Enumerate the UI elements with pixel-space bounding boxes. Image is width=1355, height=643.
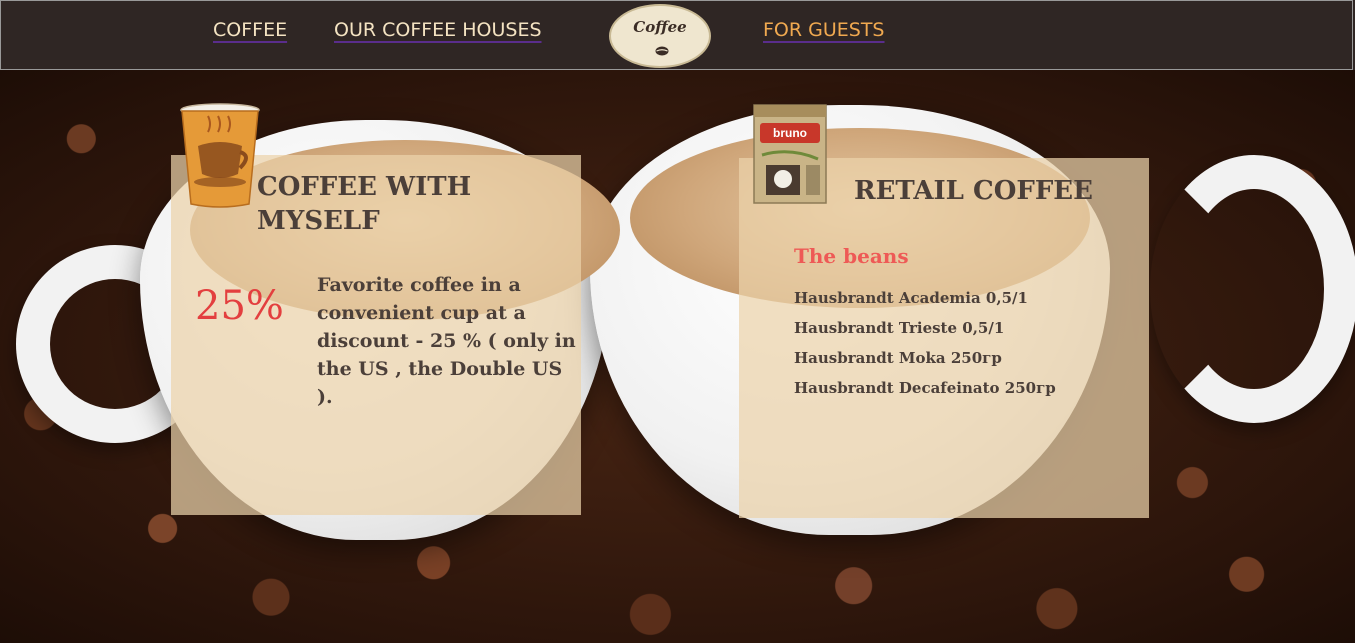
- retail-title: RETAIL COFFEE: [854, 176, 1093, 206]
- promo-description: Favorite coffee in a convenient cup at a…: [317, 274, 576, 408]
- coffee-package-icon: bruno: [753, 104, 827, 204]
- list-item: Hausbrandt Decafeinato 250гр: [794, 379, 1056, 397]
- cup-handle-right: [1150, 155, 1355, 423]
- discount-value: 25%: [195, 283, 284, 329]
- coffee-bean-icon: [655, 46, 669, 56]
- nav-link-for-guests[interactable]: FOR GUESTS: [763, 19, 885, 41]
- retail-panel: RETAIL COFFEE The beans Hausbrandt Acade…: [739, 158, 1149, 518]
- nav-link-coffee[interactable]: COFFEE: [213, 19, 287, 41]
- list-item: Hausbrandt Trieste 0,5/1: [794, 319, 1005, 337]
- product-list: Hausbrandt Academia 0,5/1 Hausbrandt Tri…: [794, 283, 1056, 403]
- navbar: COFFEE OUR COFFEE HOUSES Coffee FOR GUES…: [0, 0, 1353, 70]
- paper-coffee-cup-icon: [180, 103, 260, 208]
- site-logo[interactable]: Coffee: [609, 4, 711, 68]
- list-item: Hausbrandt Academia 0,5/1: [794, 289, 1028, 307]
- list-item: Hausbrandt Moka 250гр: [794, 349, 1002, 367]
- nav-link-coffee-houses[interactable]: OUR COFFEE HOUSES: [334, 19, 542, 41]
- beans-heading: The beans: [794, 244, 909, 268]
- promo-panel: COFFEE WITH MYSELF 25% Favorite coffee i…: [171, 155, 581, 515]
- promo-title: COFFEE WITH MYSELF: [257, 172, 472, 236]
- logo-text: Coffee: [633, 18, 687, 36]
- package-brand-label: bruno: [773, 126, 807, 140]
- page: COFFEE OUR COFFEE HOUSES Coffee FOR GUES…: [0, 0, 1355, 643]
